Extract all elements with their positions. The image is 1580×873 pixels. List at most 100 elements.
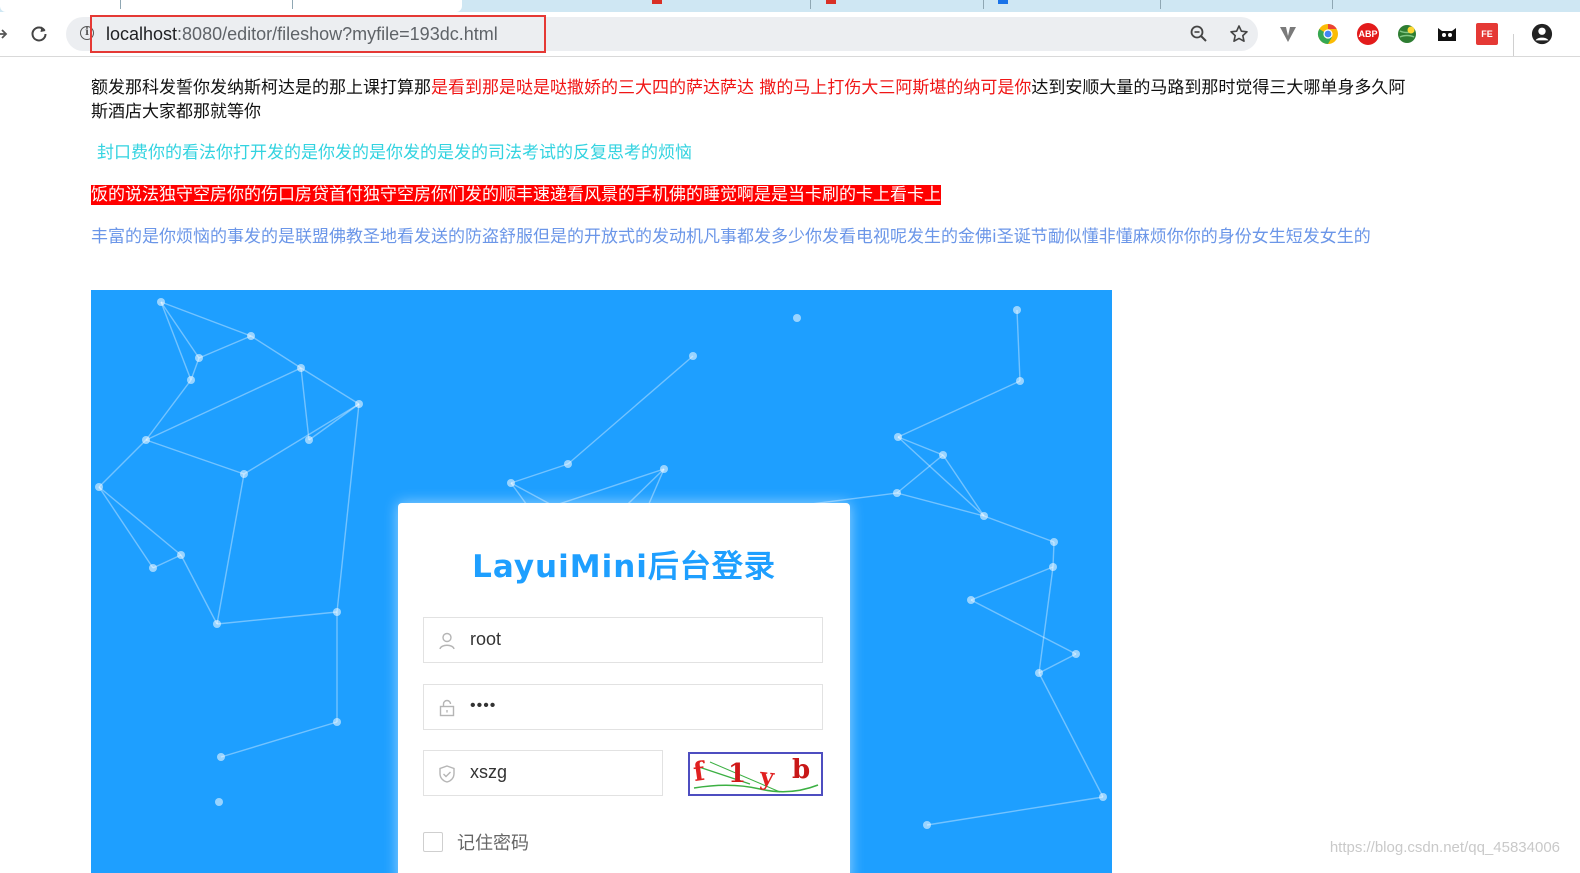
tab-separator — [120, 0, 121, 9]
chrome-icon[interactable] — [1317, 23, 1339, 45]
lock-icon — [437, 698, 457, 718]
network-line — [1038, 566, 1054, 674]
network-line — [220, 721, 338, 758]
profile-avatar-icon[interactable] — [1531, 23, 1553, 45]
network-line — [926, 796, 1104, 826]
network-node — [660, 465, 668, 473]
network-line — [145, 367, 302, 441]
network-line — [160, 301, 192, 381]
reload-icon[interactable] — [26, 12, 52, 56]
fe-label: FE — [1481, 29, 1493, 39]
network-node — [893, 489, 901, 497]
address-bar[interactable]: i localhost:8080/editor/fileshow?myfile=… — [66, 15, 1258, 53]
network-line — [308, 403, 360, 441]
svg-text:f: f — [691, 756, 708, 788]
zoom-icon[interactable] — [1188, 23, 1210, 45]
network-node — [564, 460, 572, 468]
network-line — [897, 436, 944, 456]
tab-strip — [0, 0, 1580, 12]
network-line — [336, 403, 360, 613]
network-node — [793, 314, 801, 322]
tab-favicon[interactable] — [652, 0, 662, 4]
username-field[interactable]: root — [423, 617, 823, 663]
network-line — [98, 486, 154, 569]
network-line — [250, 335, 302, 369]
password-field[interactable]: •••• — [423, 684, 823, 730]
globe-extension-icon[interactable] — [1396, 23, 1418, 45]
para1-red-text: 是看到那是哒是哒撒娇的三大四的萨达萨达 撒的马上打伤大三阿斯堪的纳可是你 — [431, 78, 1032, 98]
fe-helper-icon[interactable]: FE — [1476, 23, 1498, 45]
network-node — [1049, 563, 1057, 571]
adblock-label: ABP — [1358, 29, 1378, 39]
network-node — [967, 596, 975, 604]
page-content: 额发那科发誓你发纳斯柯达是的那上课打算那是看到那是哒是哒撒娇的三大四的萨达萨达 … — [0, 57, 1580, 873]
network-line — [1038, 672, 1104, 798]
network-line — [983, 515, 1055, 543]
para1-black-text: 额发那科发誓你发纳斯柯达是的那上课打算那 — [91, 78, 431, 98]
network-node — [333, 718, 341, 726]
network-node — [240, 470, 248, 478]
network-line — [300, 367, 360, 405]
svg-text:y: y — [758, 761, 777, 792]
network-node — [333, 608, 341, 616]
tab-active[interactable] — [0, 0, 462, 12]
embedded-login-preview: LayuiMini后台登录 root •••• xszg f 1 y b 记住密… — [91, 290, 1112, 873]
tab-favicon[interactable] — [826, 0, 836, 4]
network-node — [213, 620, 221, 628]
network-line — [510, 463, 569, 484]
captcha-value: xszg — [470, 762, 508, 782]
network-node — [939, 451, 947, 459]
network-node — [1050, 538, 1058, 546]
network-line — [180, 554, 218, 625]
network-node — [297, 364, 305, 372]
url-text[interactable]: localhost:8080/editor/fileshow?myfile=19… — [106, 24, 498, 45]
network-node — [215, 798, 223, 806]
tab-separator — [810, 0, 811, 9]
bookmark-star-icon[interactable] — [1228, 23, 1250, 45]
login-title: LayuiMini后台登录 — [472, 549, 776, 585]
network-node — [1099, 793, 1107, 801]
captcha-image[interactable]: f 1 y b — [688, 752, 823, 796]
browser-toolbar: i localhost:8080/editor/fileshow?myfile=… — [0, 12, 1580, 57]
para3-highlighted-text: 饭的说法独守空房你的伤口房贷首付独守空房你们发的顺丰速递看风景的手机佛的睡觉啊是… — [91, 185, 941, 205]
paragraph-red-highlight: 饭的说法独守空房你的伤口房贷首付独守空房你们发的顺丰速递看风景的手机佛的睡觉啊是… — [91, 183, 1421, 207]
network-node — [923, 821, 931, 829]
network-node — [355, 400, 363, 408]
captcha-input[interactable]: xszg — [423, 750, 663, 796]
network-node — [689, 352, 697, 360]
toolbar-divider — [1513, 34, 1514, 56]
remember-me[interactable]: 记住密码 — [423, 829, 529, 855]
network-line — [216, 473, 245, 625]
network-node — [1035, 669, 1043, 677]
network-line — [98, 439, 147, 488]
network-line — [145, 379, 192, 441]
network-node — [1072, 650, 1080, 658]
network-node — [157, 298, 165, 306]
tab-favicon[interactable] — [998, 0, 1008, 4]
network-node — [187, 376, 195, 384]
paragraph-periwinkle: 丰富的是你烦恼的事发的是联盟佛教圣地看发送的防盗舒服但是的开放式的发动机凡事都发… — [91, 227, 1371, 247]
username-value: root — [470, 629, 502, 649]
network-node — [980, 512, 988, 520]
forward-icon[interactable] — [0, 12, 12, 56]
tab-separator — [292, 0, 293, 9]
user-icon — [437, 631, 457, 651]
paragraph-mixed-red: 额发那科发誓你发纳斯柯达是的那上课打算那是看到那是哒是哒撒娇的三大四的萨达萨达 … — [91, 76, 1421, 124]
network-line — [1016, 309, 1021, 382]
network-line — [198, 335, 252, 359]
remember-checkbox[interactable] — [423, 832, 443, 852]
cat-extension-icon[interactable] — [1436, 23, 1458, 45]
network-line — [145, 439, 245, 475]
network-line — [970, 599, 1077, 655]
watermark: https://blog.csdn.net/qq_45834006 — [1329, 839, 1560, 856]
network-node — [894, 433, 902, 441]
remember-label: 记住密码 — [457, 833, 529, 854]
vimium-icon[interactable] — [1277, 23, 1299, 45]
url-host: localhost — [106, 24, 178, 44]
network-line — [243, 403, 360, 475]
network-line — [1038, 653, 1077, 674]
network-node — [195, 354, 203, 362]
adblock-plus-icon[interactable]: ABP — [1357, 23, 1379, 45]
password-value: •••• — [470, 697, 497, 714]
tab-separator — [983, 0, 984, 9]
